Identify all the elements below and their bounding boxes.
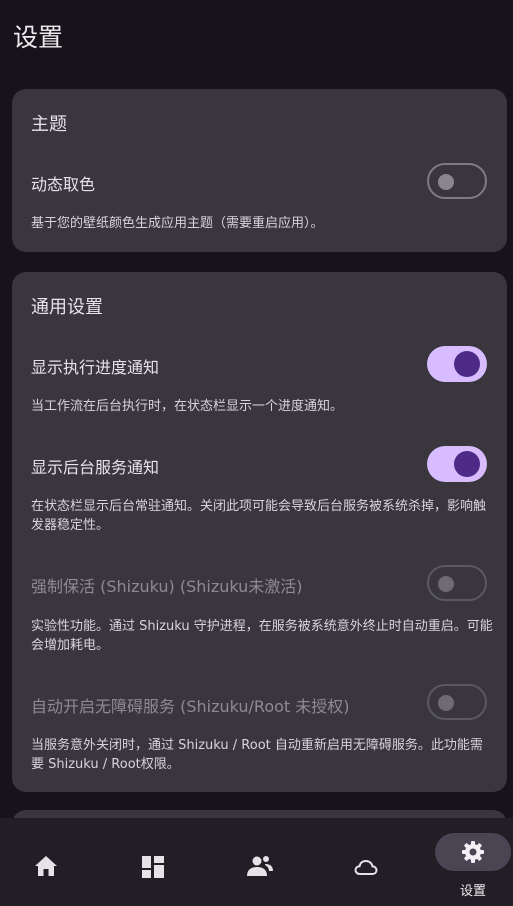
general-settings-card: 通用设置 显示执行进度通知 当工作流在后台执行时，在状态栏显示一个进度通知。 显… — [12, 272, 507, 792]
people-icon — [247, 856, 273, 876]
dynamic-color-toggle[interactable] — [427, 163, 487, 199]
nav-item-dashboard[interactable] — [103, 818, 203, 906]
service-notification-label: 显示后台服务通知 — [31, 458, 160, 477]
shizuku-keepalive-toggle[interactable] — [427, 565, 487, 601]
page-title: 设置 — [13, 23, 64, 52]
general-section-title: 通用设置 — [31, 297, 103, 318]
auto-accessibility-description: 当服务意外关闭时，通过 Shizuku / Root 自动重新启用无障碍服务。此… — [31, 738, 483, 772]
dynamic-color-description: 基于您的壁纸颜色生成应用主题（需要重启应用）。 — [31, 216, 324, 231]
dashboard-icon — [142, 856, 164, 878]
nav-selected-indicator[interactable] — [435, 833, 511, 871]
service-notification-description: 在状态栏显示后台常驻通知。关闭此项可能会导致后台服务被系统杀掉，影响触发器稳定性… — [31, 499, 487, 533]
cloud-icon — [354, 859, 378, 875]
auto-accessibility-toggle[interactable] — [427, 684, 487, 720]
theme-card: 主题 动态取色 基于您的壁纸颜色生成应用主题（需要重启应用）。 — [12, 89, 507, 252]
toggle-knob — [438, 576, 454, 592]
nav-item-cloud[interactable] — [316, 818, 416, 906]
progress-notification-label: 显示执行进度通知 — [31, 358, 160, 377]
shizuku-keepalive-description: 实验性功能。通过 Shizuku 守护进程，在服务被系统意外终止时自动重启。可能… — [31, 619, 493, 653]
toggle-knob — [438, 695, 454, 711]
toggle-knob — [454, 451, 480, 477]
dynamic-color-label: 动态取色 — [31, 175, 96, 194]
toggle-knob — [454, 351, 480, 377]
toggle-knob — [438, 174, 454, 190]
nav-label-settings: 设置 — [459, 884, 486, 899]
nav-item-home[interactable] — [0, 818, 92, 906]
shizuku-keepalive-label: 强制保活 (Shizuku) (Shizuku未激活) — [31, 577, 303, 596]
nav-item-people[interactable] — [210, 818, 310, 906]
settings-icon — [462, 841, 484, 863]
progress-notification-description: 当工作流在后台执行时，在状态栏显示一个进度通知。 — [31, 399, 344, 414]
progress-notification-toggle[interactable] — [427, 346, 487, 382]
auto-accessibility-label: 自动开启无障碍服务 (Shizuku/Root 未授权) — [31, 697, 350, 716]
home-icon — [35, 856, 57, 876]
service-notification-toggle[interactable] — [427, 446, 487, 482]
theme-section-title: 主题 — [31, 114, 67, 135]
